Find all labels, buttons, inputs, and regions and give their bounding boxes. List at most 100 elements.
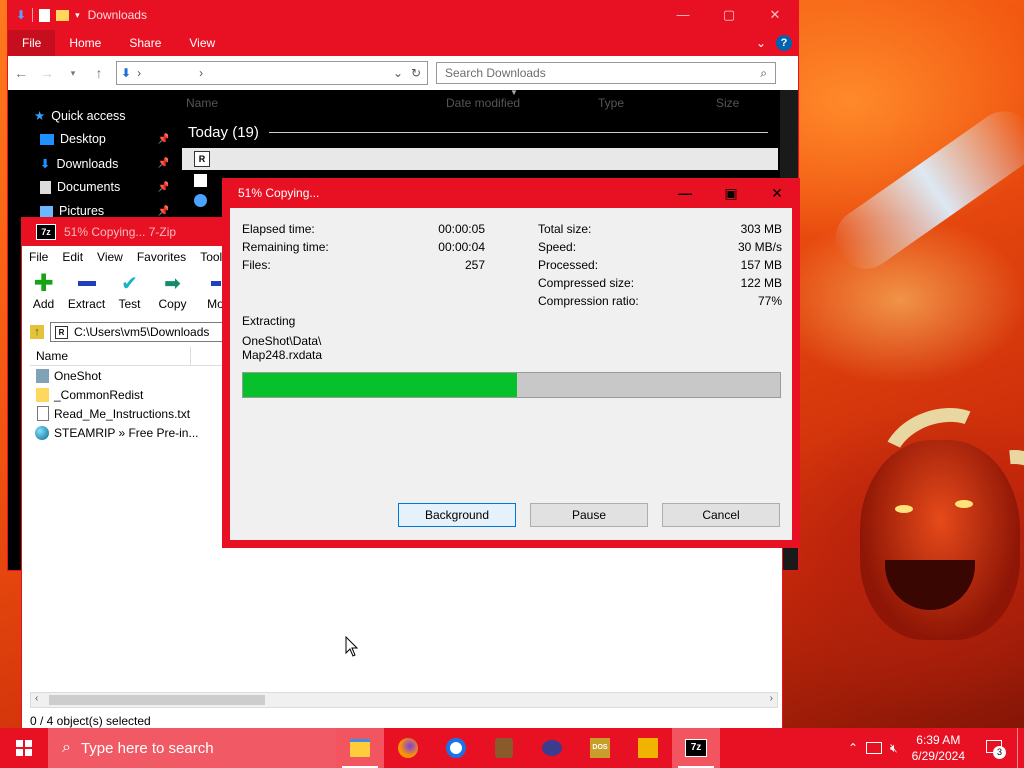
taskbar-game-app[interactable] (480, 728, 528, 768)
current-file-name: Map248.rxdata (242, 348, 323, 362)
taskbar-chrome[interactable] (432, 728, 480, 768)
nav-desktop[interactable]: Desktop 📌 (40, 132, 170, 146)
close-button[interactable]: ✕ (754, 178, 800, 208)
column-type[interactable]: Type (598, 96, 624, 110)
compression-ratio-label: Compression ratio: (538, 294, 639, 308)
show-hidden-icons-icon[interactable]: ⌃ (848, 741, 858, 755)
back-arrow-icon[interactable]: ← (8, 65, 34, 81)
rar-path-icon: R (55, 325, 68, 339)
nav-quick-access[interactable]: ★ Quick access (34, 108, 164, 124)
tab-file[interactable]: File (8, 30, 56, 56)
maximize-button[interactable]: ▢ (706, 7, 752, 23)
dialog-content: Elapsed time: 00:00:05 Remaining time: 0… (230, 208, 792, 540)
scroll-left-icon[interactable]: ‹ (35, 693, 38, 704)
help-icon[interactable]: ? (776, 35, 792, 51)
mouse-cursor-icon (345, 635, 359, 664)
minimize-button[interactable]: — (662, 178, 708, 208)
breadcrumb-chevron-icon[interactable]: › (137, 66, 141, 80)
tab-view[interactable]: View (175, 30, 229, 56)
close-button[interactable]: ✕ (752, 7, 798, 23)
file-row[interactable] (194, 174, 207, 190)
nav-documents[interactable]: Documents 📌 (40, 180, 170, 194)
column-date-modified[interactable]: Date modified (446, 96, 520, 110)
tab-share[interactable]: Share (115, 30, 175, 56)
path-text: C:\Users\vm5\Downloads (74, 325, 210, 339)
taskbar-game-app[interactable] (624, 728, 672, 768)
up-arrow-icon[interactable]: ↑ (86, 65, 112, 81)
column-name[interactable]: Name (186, 96, 218, 110)
search-icon: ⌕ (760, 65, 767, 80)
list-item[interactable]: STEAMRIP » Free Pre-in... (30, 423, 199, 442)
start-button[interactable] (0, 728, 48, 768)
address-bar[interactable]: ⬇ › › ⌄ ↻ (116, 61, 428, 85)
background-button[interactable]: Background (398, 503, 516, 527)
refresh-icon[interactable]: ↻ (411, 66, 421, 80)
test-button[interactable]: ✔ Test (108, 268, 151, 312)
scroll-thumb[interactable] (49, 695, 265, 705)
dialog-titlebar[interactable]: 51% Copying... — ▣ ✕ (222, 178, 800, 208)
taskbar-search-input[interactable]: ⌕ Type here to search (48, 728, 336, 768)
taskbar-game-app[interactable] (528, 728, 576, 768)
file-row[interactable] (194, 194, 207, 210)
dialog-title: 51% Copying... (238, 186, 320, 200)
maximize-button[interactable]: ▣ (708, 178, 754, 208)
list-item[interactable]: _CommonRedist (30, 385, 199, 404)
taskbar-7zip[interactable]: 7z (672, 728, 720, 768)
processed-value: 157 MB (740, 258, 782, 272)
file-explorer-icon (350, 739, 370, 757)
files-value: 257 (464, 258, 485, 272)
tab-home[interactable]: Home (55, 30, 115, 56)
clock[interactable]: 6:39 AM 6/29/2024 (906, 732, 971, 764)
checkmark-icon: ✔ (121, 272, 138, 295)
recent-locations-icon[interactable]: ▾ (60, 68, 86, 79)
chevron-down-icon[interactable]: ▾ (75, 10, 80, 21)
list-item[interactable]: OneShot (30, 366, 199, 385)
taskbar-file-explorer[interactable] (336, 728, 384, 768)
download-arrow-icon[interactable]: ⬇ (16, 8, 26, 22)
search-placeholder: Type here to search (80, 739, 214, 757)
address-dropdown-icon[interactable]: ⌄ (393, 66, 403, 80)
horizontal-scrollbar[interactable]: ‹ › (30, 692, 778, 708)
nav-label: Documents (57, 180, 121, 194)
taskbar-dosbox[interactable]: DOS (576, 728, 624, 768)
rar-file-icon: R (194, 151, 210, 167)
search-input[interactable]: Search Downloads ⌕ (436, 62, 776, 84)
group-label: Today (19) (188, 124, 259, 141)
7zip-logo-icon: 7z (36, 224, 56, 240)
network-icon[interactable] (866, 742, 883, 754)
column-size[interactable]: Size (716, 96, 739, 110)
copy-button[interactable]: ➡ Copy (151, 268, 194, 312)
file-row-selected[interactable]: R (182, 148, 778, 170)
folder-icon (36, 368, 49, 383)
expand-ribbon-icon[interactable]: ⌄ (756, 36, 766, 50)
folder-up-icon[interactable]: ↑ (30, 325, 44, 339)
notifications-button[interactable]: 3 (979, 728, 1009, 768)
group-header-today[interactable]: Today (19) (188, 124, 768, 141)
column-name[interactable]: Name (36, 349, 68, 363)
menu-file[interactable]: File (22, 250, 55, 264)
download-arrow-icon: ⬇ (40, 157, 51, 171)
nav-downloads[interactable]: ⬇ Downloads 📌 (40, 156, 170, 172)
taskbar-firefox[interactable] (384, 728, 432, 768)
cancel-button[interactable]: Cancel (662, 503, 780, 527)
menu-favorites[interactable]: Favorites (130, 250, 193, 264)
address-row: ← → ▾ ↑ ⬇ › › ⌄ ↻ Search Downloads ⌕ (8, 56, 798, 91)
forward-arrow-icon[interactable]: → (34, 65, 60, 81)
scroll-right-icon[interactable]: › (770, 693, 773, 704)
properties-icon[interactable] (39, 8, 51, 22)
explorer-titlebar[interactable]: ⬇ ▾ Downloads — ▢ ✕ (8, 0, 798, 30)
menu-view[interactable]: View (90, 250, 130, 264)
list-item[interactable]: Read_Me_Instructions.txt (30, 404, 199, 423)
pause-button[interactable]: Pause (530, 503, 648, 527)
total-size-value: 303 MB (740, 222, 782, 236)
volume-muted-icon[interactable]: 🔇︎ (890, 741, 898, 756)
show-desktop-button[interactable] (1017, 728, 1024, 768)
nav-pictures[interactable]: Pictures 📌 (40, 204, 170, 218)
minimize-button[interactable]: — (660, 7, 706, 23)
new-folder-icon[interactable] (56, 9, 70, 21)
extract-button[interactable]: Extract (65, 268, 108, 311)
add-button[interactable]: ✚ Add (22, 268, 65, 312)
menu-edit[interactable]: Edit (55, 250, 90, 264)
breadcrumb-chevron-icon[interactable]: › (199, 66, 203, 80)
search-icon: ⌕ (62, 739, 71, 756)
